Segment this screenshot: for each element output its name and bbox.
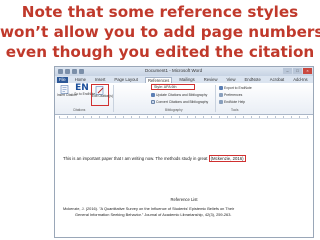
help-icon [219, 100, 223, 104]
ribbon-separator [113, 85, 114, 112]
quick-access-toolbar [58, 69, 84, 74]
update-citations-icon [151, 93, 155, 97]
document-body-text[interactable]: This is an important paper that I am wri… [63, 155, 246, 162]
tab-review[interactable]: Review [202, 77, 220, 83]
headline-line-2: won’t allow you to add page numbers [0, 23, 320, 41]
window-title: Document1 - Microsoft Word [145, 68, 203, 73]
citation-field[interactable]: (Mckenzie, 2016) [208, 155, 246, 162]
tab-file[interactable]: File [57, 76, 68, 83]
reference-entry-line-1: Mckenzie, J. (2016). "A Quantitative Sur… [63, 206, 235, 211]
word-logo-icon [58, 69, 63, 74]
convert-citations-label: Convert Citations and Bibliography [156, 100, 209, 104]
endnote-help-label: EndNote Help [224, 100, 246, 104]
redo-icon[interactable] [79, 69, 84, 74]
ribbon-panel: Insert Citation EN Go to EndNote Edit Ci… [55, 83, 313, 115]
go-to-endnote-label: Go to EndNote [74, 92, 96, 96]
endnote-help-button[interactable]: EndNote Help [219, 100, 245, 104]
edit-citation-label: Edit Citation(s) [92, 94, 113, 98]
save-icon[interactable] [65, 69, 70, 74]
headline-line-3: even though you edited the citation [5, 43, 315, 61]
minimize-icon[interactable]: – [283, 68, 292, 74]
maximize-icon[interactable]: □ [293, 68, 302, 74]
preferences-label: Preferences [224, 93, 243, 97]
citations-group-label: Citations [73, 108, 86, 112]
window-controls: – □ × [283, 68, 312, 74]
export-to-endnote-button[interactable]: Export to EndNote [219, 86, 252, 90]
title-bar: Document1 - Microsoft Word – □ × [55, 67, 313, 76]
ribbon-tabs: File Home Insert Page Layout References … [55, 76, 313, 83]
close-icon[interactable]: × [303, 68, 312, 74]
tab-mailings[interactable]: Mailings [177, 77, 196, 83]
insert-citation-button[interactable]: Insert Citation [57, 84, 77, 98]
headline: Note that some reference styles won’t al… [0, 0, 320, 62]
convert-citations-icon [151, 100, 155, 104]
preferences-button[interactable]: Preferences [219, 93, 242, 97]
ribbon-separator [215, 85, 216, 112]
headline-line-1: Note that some reference styles [21, 3, 299, 21]
update-citations-label: Update Citations and Bibliography [156, 93, 208, 97]
tab-add-ins[interactable]: Add-Ins [291, 77, 309, 83]
tab-view[interactable]: View [224, 77, 237, 83]
tab-endnote[interactable]: EndNote [242, 77, 262, 83]
tab-acrobat[interactable]: Acrobat [268, 77, 286, 83]
undo-icon[interactable] [72, 69, 77, 74]
ruler [59, 116, 309, 119]
insert-citation-label: Insert Citation [57, 93, 77, 97]
preferences-icon [219, 93, 223, 97]
tab-page-layout[interactable]: Page Layout [112, 77, 140, 83]
convert-citations-button[interactable]: Convert Citations and Bibliography [151, 100, 208, 104]
body-text: This is an important paper that I am wri… [63, 156, 209, 161]
bibliography-group-label: Bibliography [165, 108, 183, 112]
edit-citation-button[interactable]: Edit Citation(s) [91, 84, 113, 106]
document-area[interactable]: This is an important paper that I am wri… [55, 116, 313, 237]
tab-home[interactable]: Home [73, 77, 88, 83]
update-citations-button[interactable]: Update Citations and Bibliography [151, 93, 207, 97]
word-window-screenshot: Document1 - Microsoft Word – □ × File Ho… [54, 66, 314, 238]
tools-group-label: Tools [231, 108, 239, 112]
reference-list-title: Reference List [170, 197, 198, 202]
reference-entry-line-2: General Information Seeking Behavior." J… [75, 212, 232, 217]
style-selector[interactable]: Style: APA 6th [151, 84, 195, 90]
tab-references[interactable]: References [144, 76, 173, 83]
go-to-endnote-button[interactable]: EN Go to EndNote [74, 83, 96, 97]
export-to-endnote-label: Export to EndNote [224, 86, 252, 90]
export-icon [219, 86, 223, 90]
tab-insert[interactable]: Insert [93, 77, 107, 83]
